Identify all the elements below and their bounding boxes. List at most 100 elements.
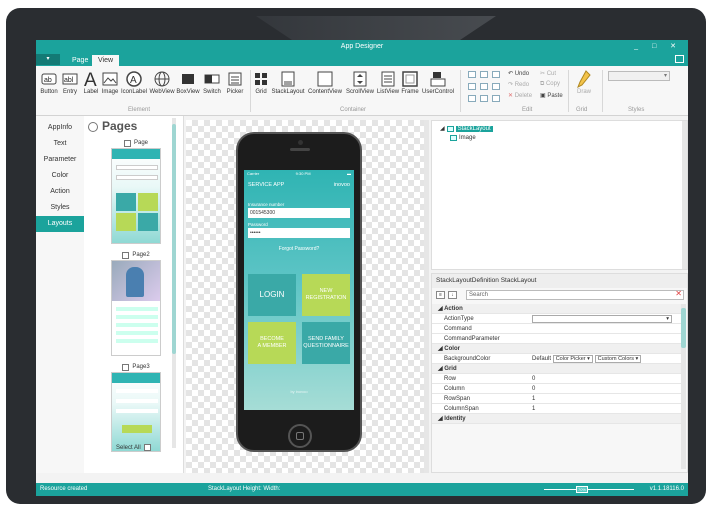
- pages-scrollbar-thumb[interactable]: [172, 124, 176, 354]
- property-row[interactable]: ColumnSpan 1: [432, 404, 682, 414]
- property-row[interactable]: BackgroundColor Default Color Picker ▾ C…: [432, 354, 682, 364]
- actiontype-dropdown[interactable]: ▾: [532, 315, 672, 323]
- grid-tool-label: Grid: [255, 89, 267, 95]
- nav-item-styles[interactable]: Styles: [36, 200, 84, 216]
- styles-dropdown[interactable]: ▾: [608, 71, 670, 81]
- select-all-checkbox[interactable]: [143, 444, 151, 451]
- nav-item-color[interactable]: Color: [36, 168, 84, 184]
- image-tool[interactable]: Image: [100, 69, 120, 95]
- property-category-color[interactable]: ◢ Color: [432, 344, 682, 354]
- picker-tool-label: Picker: [226, 89, 244, 95]
- login-tile[interactable]: LOGIN: [248, 274, 296, 316]
- pages-panel: Pages Page Page2 Page3 Select All: [84, 116, 184, 473]
- design-canvas[interactable]: Carrier 9:30 PM ▬ SERVICE APP inovoo Ins…: [186, 120, 429, 473]
- undo-button[interactable]: ↶ Undo: [508, 70, 529, 77]
- custom-colors-dropdown[interactable]: Custom Colors ▾: [594, 355, 642, 363]
- listview-tool[interactable]: ListView: [376, 69, 400, 95]
- align-bottom-right-button[interactable]: [492, 95, 500, 102]
- align-middle-center-button[interactable]: [480, 83, 488, 90]
- page-thumbnail-3[interactable]: Page3: [108, 362, 164, 452]
- page-thumbnail-2[interactable]: Page2: [108, 250, 164, 356]
- tree-node-stacklayout[interactable]: ◢ StackLayout: [440, 125, 493, 132]
- tree-scrollbar[interactable]: [682, 121, 687, 269]
- phone-screen[interactable]: Carrier 9:30 PM ▬ SERVICE APP inovoo Ins…: [244, 170, 354, 410]
- property-row[interactable]: Row 0: [432, 374, 682, 384]
- home-button-icon: [288, 424, 312, 448]
- cut-button[interactable]: ✂ Cut: [540, 70, 556, 77]
- properties-scrollbar-thumb[interactable]: [681, 308, 686, 348]
- paste-button[interactable]: ▣ Paste: [540, 92, 563, 99]
- property-row[interactable]: ActionType ▾: [432, 314, 682, 324]
- entry-tool[interactable]: abl Entry: [60, 69, 80, 95]
- zoom-level[interactable]: 70%: [576, 486, 588, 493]
- property-row[interactable]: RowSpan 1: [432, 394, 682, 404]
- align-middle-left-button[interactable]: [468, 83, 476, 90]
- tree-node-image[interactable]: Image: [450, 135, 476, 141]
- button-tool[interactable]: ab Button: [39, 69, 59, 95]
- properties-scrollbar[interactable]: [681, 304, 686, 469]
- redo-button[interactable]: ↷ Redo: [508, 81, 529, 88]
- align-top-left-button[interactable]: [468, 71, 476, 78]
- picker-tool[interactable]: Picker: [224, 69, 246, 95]
- file-menu-button[interactable]: ▾: [36, 54, 60, 65]
- iconlabel-tool[interactable]: A IconLabel: [120, 69, 148, 95]
- clear-search-icon[interactable]: ✕: [675, 289, 682, 298]
- properties-search-input[interactable]: Search: [466, 290, 684, 300]
- zoom-slider[interactable]: [544, 489, 634, 490]
- app-title: SERVICE APP: [248, 182, 285, 188]
- nav-item-text[interactable]: Text: [36, 136, 84, 152]
- window-controls[interactable]: _ □ ✕: [634, 40, 682, 53]
- pages-scrollbar[interactable]: [172, 118, 176, 448]
- stacklayout-tool[interactable]: StackLayout: [270, 69, 306, 95]
- copy-button[interactable]: ⧉ Copy: [540, 81, 560, 88]
- page-checkbox[interactable]: [122, 251, 130, 259]
- canvas-scrollbar[interactable]: [424, 120, 429, 473]
- align-top-right-button[interactable]: [492, 71, 500, 78]
- property-category-grid[interactable]: ◢ Grid: [432, 364, 682, 374]
- nav-item-parameter[interactable]: Parameter: [36, 152, 84, 168]
- page-checkbox[interactable]: [123, 139, 131, 147]
- tab-page[interactable]: Page: [66, 55, 94, 66]
- expand-icon[interactable]: ◢: [440, 125, 445, 132]
- grid-tool[interactable]: Grid: [252, 69, 270, 95]
- collapse-icon[interactable]: [88, 122, 98, 132]
- nav-item-appinfo[interactable]: AppInfo: [36, 120, 84, 136]
- draw-tool[interactable]: Draw: [572, 69, 596, 95]
- property-row[interactable]: Column 0: [432, 384, 682, 394]
- new-registration-tile[interactable]: NEW REGISTRATION: [302, 274, 350, 316]
- property-row[interactable]: CommandParameter: [432, 334, 682, 344]
- webview-tool[interactable]: WebView: [148, 69, 176, 95]
- delete-button[interactable]: ✕ Delete: [508, 92, 532, 99]
- nav-item-action[interactable]: Action: [36, 184, 84, 200]
- usercontrol-tool[interactable]: UserControl: [420, 69, 456, 95]
- align-bottom-center-button[interactable]: [480, 95, 488, 102]
- property-row[interactable]: Command: [432, 324, 682, 334]
- password-field[interactable]: ••••••: [248, 228, 350, 238]
- property-category-identity[interactable]: ◢ Identity: [432, 414, 682, 424]
- boxview-tool[interactable]: BoxView: [176, 69, 200, 95]
- select-all-control[interactable]: Select All: [116, 444, 151, 451]
- contentview-tool[interactable]: ContentView: [306, 69, 344, 95]
- align-top-center-button[interactable]: [480, 71, 488, 78]
- send-family-questionnaire-tile[interactable]: SEND FAMILY QUESTIONNAIRE: [302, 322, 350, 364]
- switch-tool[interactable]: Switch: [200, 69, 224, 95]
- property-category-action[interactable]: ◢ Action: [432, 304, 682, 314]
- tab-view[interactable]: View: [92, 55, 120, 66]
- scrollview-tool[interactable]: ScrollView: [344, 69, 376, 95]
- menu-bar: ▾ Page View: [36, 53, 688, 66]
- color-picker-dropdown[interactable]: Color Picker ▾: [552, 355, 593, 363]
- page-thumbnail-1[interactable]: Page: [108, 138, 164, 244]
- page-checkbox[interactable]: [122, 363, 130, 371]
- nav-item-layouts[interactable]: Layouts: [36, 216, 84, 232]
- categorized-icon[interactable]: ≡: [436, 291, 445, 299]
- forgot-password-link[interactable]: Forgot Password?: [244, 246, 354, 252]
- frame-tool[interactable]: Frame: [400, 69, 420, 95]
- align-bottom-left-button[interactable]: [468, 95, 476, 102]
- label-tool[interactable]: A Label: [82, 69, 100, 95]
- become-member-tile[interactable]: BECOME A MEMBER: [248, 322, 296, 364]
- comment-icon[interactable]: [675, 55, 684, 63]
- sort-alpha-icon[interactable]: ↓: [448, 291, 457, 299]
- insurance-number-field[interactable]: 001545300: [248, 208, 350, 218]
- align-middle-right-button[interactable]: [492, 83, 500, 90]
- delete-icon: ✕: [508, 93, 515, 99]
